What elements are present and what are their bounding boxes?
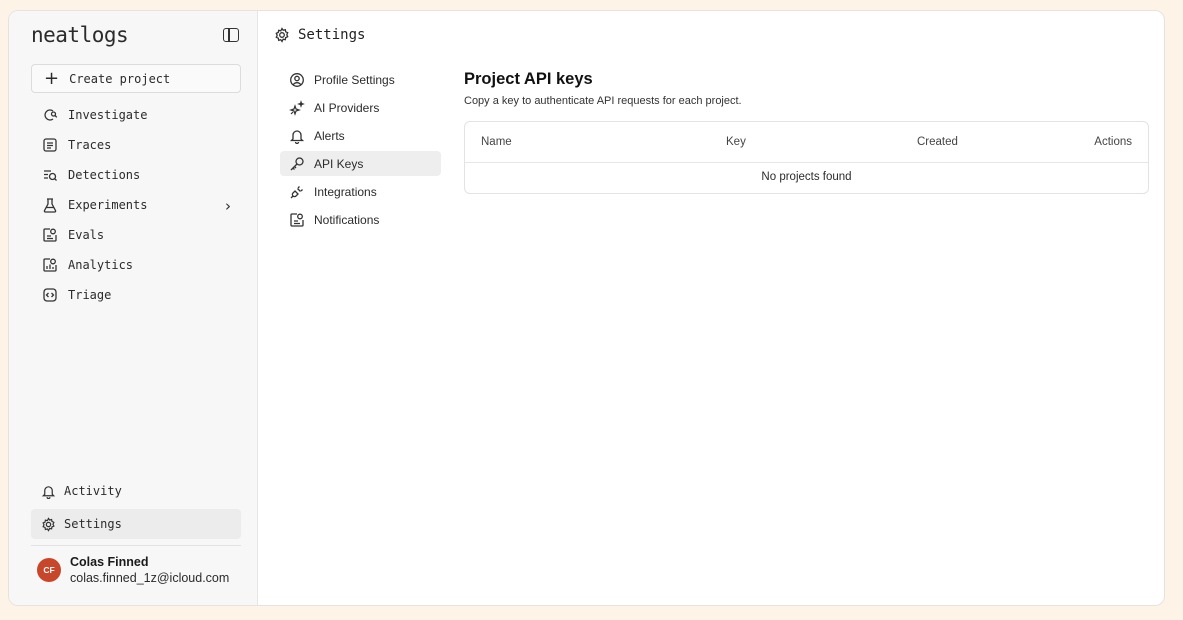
tab-ai-providers[interactable]: AI Providers bbox=[280, 95, 441, 120]
sidebar-item-label: Experiments bbox=[68, 198, 148, 212]
tab-label: Profile Settings bbox=[314, 72, 395, 87]
plug-icon bbox=[288, 183, 305, 200]
sidebar-bottom-nav: Activity Settings bbox=[31, 476, 241, 539]
brand-logo: neatlogs bbox=[31, 23, 129, 47]
sidebar-nav: Investigate Traces Detections Experiment… bbox=[31, 100, 241, 310]
evals-icon bbox=[41, 226, 59, 244]
tab-label: API Keys bbox=[314, 156, 364, 171]
sparkles-icon bbox=[288, 99, 305, 116]
create-project-label: Create project bbox=[69, 71, 171, 86]
user-circle-icon bbox=[288, 71, 305, 88]
empty-state: No projects found bbox=[761, 171, 852, 183]
sidebar-item-traces[interactable]: Traces bbox=[31, 130, 241, 160]
gear-icon bbox=[39, 515, 57, 533]
settings-menu: Profile Settings AI Providers Alerts API… bbox=[280, 67, 441, 235]
column-header-name: Name bbox=[481, 136, 512, 148]
analytics-icon bbox=[41, 256, 59, 274]
sidebar-item-label: Evals bbox=[68, 228, 105, 242]
sidebar-item-detections[interactable]: Detections bbox=[31, 160, 241, 190]
sidebar-item-label: Detections bbox=[68, 168, 141, 182]
table-header: Name Key Created Actions bbox=[465, 122, 1148, 163]
sidebar-item-triage[interactable]: Triage bbox=[31, 280, 241, 310]
detections-icon bbox=[41, 166, 59, 184]
sidebar-item-label: Analytics bbox=[68, 258, 134, 272]
tab-alerts[interactable]: Alerts bbox=[280, 123, 441, 148]
section-heading: Project API keys bbox=[464, 70, 593, 88]
plus-icon: + bbox=[44, 67, 60, 89]
bell-icon bbox=[288, 127, 305, 144]
main-content: Settings Profile Settings AI Providers A… bbox=[258, 11, 1164, 605]
avatar: CF bbox=[37, 558, 61, 582]
api-keys-panel: Project API keys Copy a key to authentic… bbox=[464, 70, 1149, 194]
section-description: Copy a key to authenticate API requests … bbox=[464, 95, 742, 107]
sidebar-item-label: Traces bbox=[68, 138, 112, 152]
column-header-created: Created bbox=[917, 136, 958, 148]
sidebar-item-label: Settings bbox=[64, 517, 122, 531]
sidebar-item-activity[interactable]: Activity bbox=[31, 476, 241, 506]
tab-label: Integrations bbox=[314, 184, 377, 199]
sidebar-item-settings[interactable]: Settings bbox=[31, 509, 241, 539]
page-title: Settings bbox=[298, 27, 366, 43]
app-window: neatlogs + Create project Investigate Tr… bbox=[8, 10, 1165, 606]
sidebar-item-label: Activity bbox=[64, 484, 122, 498]
create-project-button[interactable]: + Create project bbox=[31, 64, 241, 93]
tab-label: AI Providers bbox=[314, 100, 380, 115]
tab-label: Notifications bbox=[314, 212, 380, 227]
key-icon bbox=[288, 155, 305, 172]
divider bbox=[31, 545, 241, 546]
investigate-icon bbox=[41, 106, 59, 124]
triage-icon bbox=[41, 286, 59, 304]
traces-icon bbox=[41, 136, 59, 154]
sidebar: neatlogs + Create project Investigate Tr… bbox=[9, 11, 258, 605]
sidebar-item-analytics[interactable]: Analytics bbox=[31, 250, 241, 280]
sidebar-item-experiments[interactable]: Experiments › bbox=[31, 190, 241, 220]
user-profile[interactable]: CF Colas Finned colas.finned_1z@icloud.c… bbox=[37, 555, 229, 585]
tab-profile-settings[interactable]: Profile Settings bbox=[280, 67, 441, 92]
tab-label: Alerts bbox=[314, 128, 345, 143]
sidebar-item-investigate[interactable]: Investigate bbox=[31, 100, 241, 130]
tab-notifications[interactable]: Notifications bbox=[280, 207, 441, 232]
user-name: Colas Finned bbox=[70, 555, 149, 569]
user-email: colas.finned_1z@icloud.com bbox=[70, 571, 230, 585]
sidebar-item-evals[interactable]: Evals bbox=[31, 220, 241, 250]
column-header-actions: Actions bbox=[1094, 136, 1132, 148]
tab-api-keys[interactable]: API Keys bbox=[280, 151, 441, 176]
api-keys-table: Name Key Created Actions No projects fou… bbox=[464, 121, 1149, 194]
tab-integrations[interactable]: Integrations bbox=[280, 179, 441, 204]
bell-icon bbox=[39, 482, 57, 500]
gear-icon bbox=[274, 27, 290, 43]
notifications-icon bbox=[288, 211, 305, 228]
experiments-icon bbox=[41, 196, 59, 214]
sidebar-item-label: Triage bbox=[68, 288, 112, 302]
page-header: Settings bbox=[274, 27, 365, 43]
column-header-key: Key bbox=[726, 136, 746, 148]
sidebar-item-label: Investigate bbox=[68, 108, 148, 122]
sidebar-toggle-icon[interactable] bbox=[223, 28, 239, 42]
chevron-right-icon[interactable]: › bbox=[225, 197, 231, 215]
